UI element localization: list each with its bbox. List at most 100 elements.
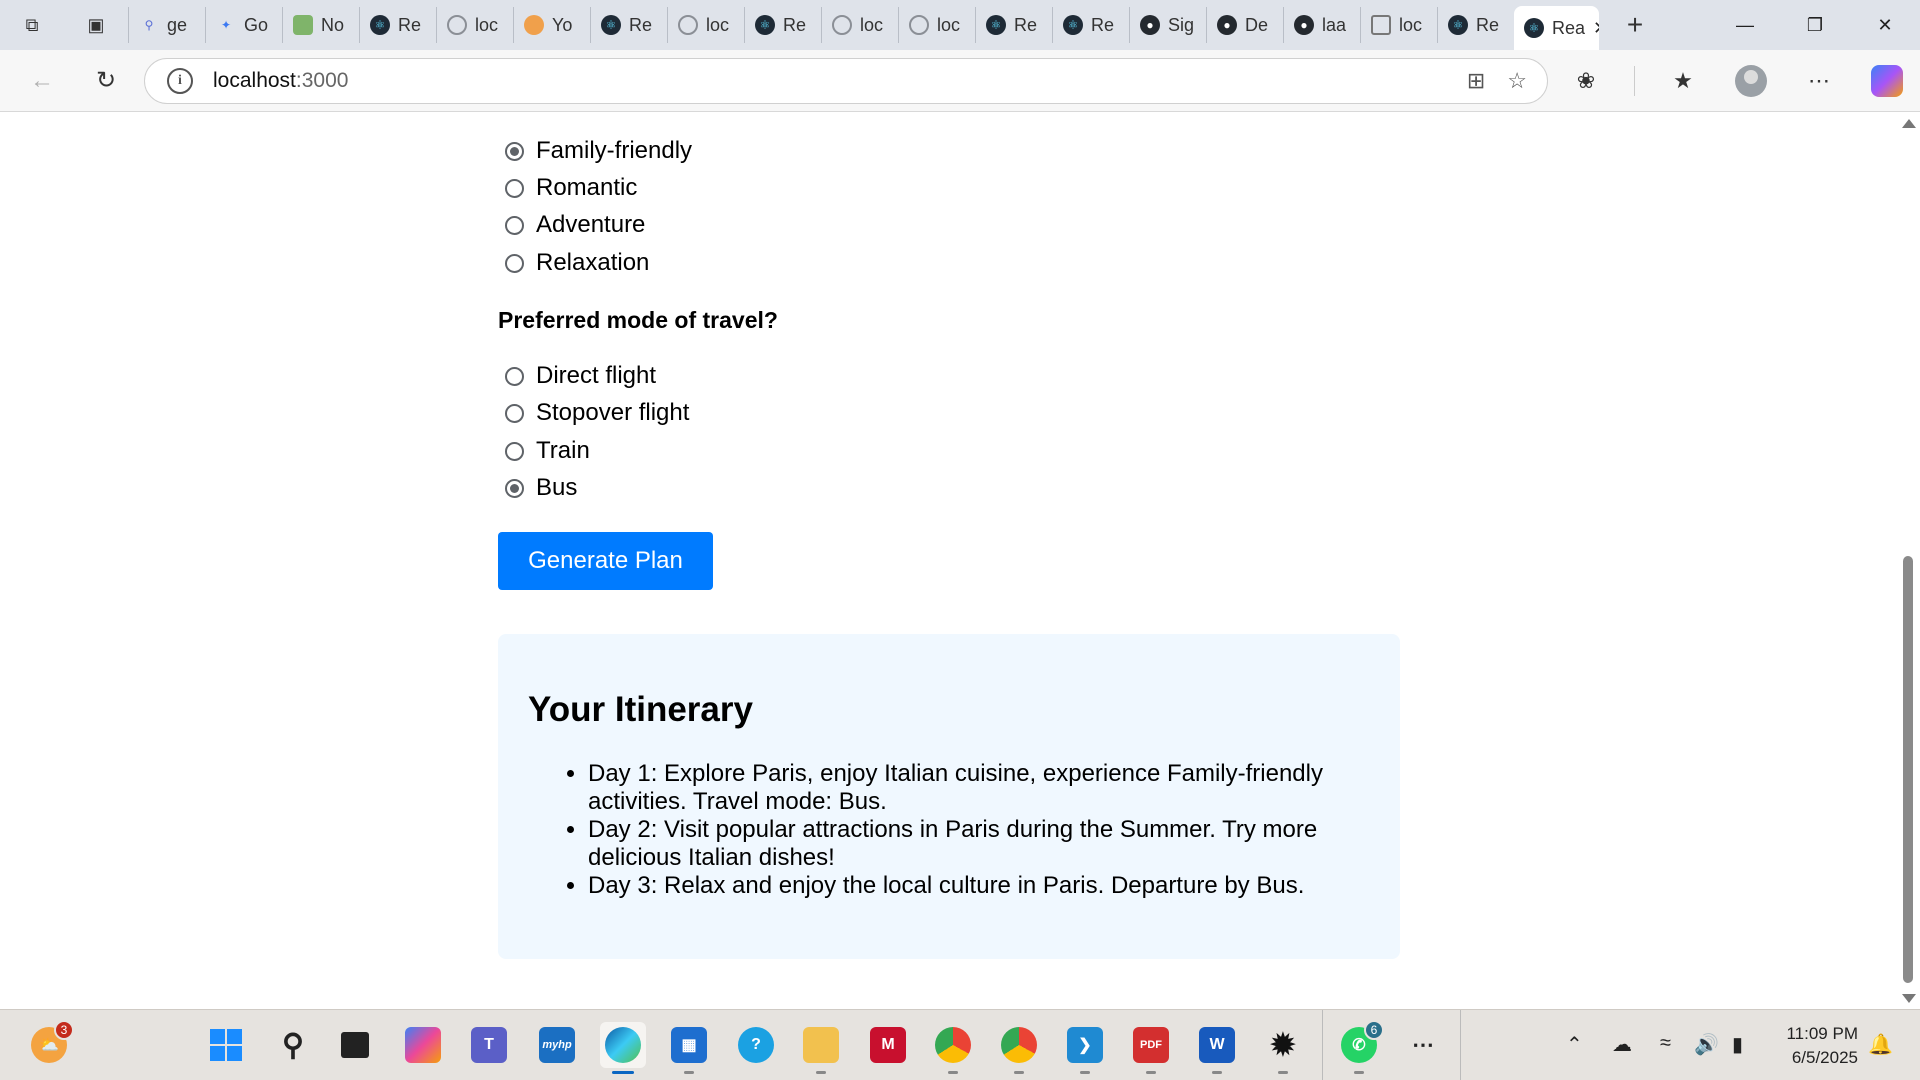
notifications-bell-icon[interactable]: 🔔	[1868, 1032, 1893, 1057]
radio-button[interactable]	[505, 441, 524, 461]
store-icon: ▦	[671, 1027, 707, 1063]
start-button[interactable]	[203, 1022, 249, 1068]
radio-button[interactable]	[505, 253, 524, 273]
mcafee-app[interactable]: M	[865, 1022, 911, 1068]
copilot-icon[interactable]	[1867, 61, 1907, 101]
word-icon: W	[1199, 1027, 1235, 1063]
tab[interactable]: Yo	[513, 7, 590, 43]
radio-button[interactable]	[505, 215, 524, 235]
tab[interactable]: ⚲ ge	[128, 7, 205, 43]
store-app[interactable]: ▦	[666, 1022, 712, 1074]
radio-button[interactable]	[505, 403, 524, 423]
tab[interactable]: ⚛ Re	[1437, 7, 1514, 43]
site-info-icon[interactable]: i	[167, 67, 193, 94]
weather-widget[interactable]: ⛅ 3	[26, 1020, 74, 1068]
tab[interactable]: loc	[667, 7, 744, 43]
restore-button[interactable]: ❐	[1780, 0, 1850, 50]
travel-mode-option[interactable]: Stopover flight	[505, 399, 689, 427]
react-icon: ⚛	[370, 15, 390, 35]
address-bar[interactable]: i localhost:3000 ⊞ ☆	[144, 57, 1548, 104]
radio-button[interactable]	[505, 366, 524, 386]
task-view-button[interactable]	[332, 1022, 378, 1068]
extensions-icon[interactable]: ❀	[1566, 61, 1606, 101]
tab-active[interactable]: ⚛ Rea ✕	[1514, 6, 1599, 50]
radio-label: Family-friendly	[536, 137, 693, 164]
chatgpt-app[interactable]: ✹	[1260, 1022, 1306, 1074]
teams-app[interactable]: T	[466, 1022, 512, 1068]
close-window-button[interactable]: ✕	[1850, 0, 1920, 50]
radio-button[interactable]	[505, 178, 524, 198]
more-options-icon[interactable]: ⋯	[1799, 61, 1839, 101]
tab-actions-icon[interactable]: ▣	[78, 7, 114, 43]
show-hidden-icons-chevron-icon[interactable]: ⌃	[1566, 1032, 1583, 1057]
vibe-option[interactable]: Romantic	[505, 174, 637, 202]
copilot-app[interactable]	[400, 1022, 446, 1068]
wifi-icon[interactable]: ≈	[1660, 1032, 1671, 1055]
tips-app[interactable]: ?	[733, 1022, 779, 1068]
tab[interactable]: loc	[436, 7, 513, 43]
file-explorer-app[interactable]	[798, 1022, 844, 1074]
tab[interactable]: loc	[898, 7, 975, 43]
tab[interactable]: No	[282, 7, 359, 43]
github-icon: ●	[1217, 15, 1237, 35]
app-available-icon[interactable]: ⊞	[1467, 68, 1485, 94]
page-scrollbar[interactable]	[1896, 113, 1920, 1009]
scroll-up-arrow-icon[interactable]	[1902, 119, 1916, 128]
tab[interactable]: ⚛ Re	[1052, 7, 1129, 43]
system-clock[interactable]: 11:09 PM 6/5/2025	[1786, 1022, 1858, 1070]
radio-label: Direct flight	[536, 362, 657, 389]
chrome-profile-app[interactable]	[996, 1022, 1042, 1074]
radio-button[interactable]	[505, 478, 524, 498]
word-app[interactable]: W	[1194, 1022, 1240, 1074]
url-text[interactable]: localhost:3000	[213, 69, 348, 93]
pdf-app[interactable]: PDF	[1128, 1022, 1174, 1074]
volume-icon[interactable]: 🔊	[1694, 1032, 1719, 1057]
onedrive-icon[interactable]: ☁	[1612, 1032, 1632, 1057]
tab[interactable]: loc	[1360, 7, 1437, 43]
workspaces-icon[interactable]: ⧉	[14, 7, 50, 43]
profile-avatar[interactable]	[1731, 61, 1771, 101]
battery-icon[interactable]: ▮	[1732, 1032, 1743, 1057]
itinerary-item: Day 2: Visit popular attractions in Pari…	[588, 816, 1370, 872]
vibe-option[interactable]: Family-friendly	[505, 137, 692, 165]
tab[interactable]: ● De	[1206, 7, 1283, 43]
url-host: localhost	[213, 68, 296, 92]
taskbar-divider	[1460, 1010, 1461, 1080]
favorite-star-icon[interactable]: ☆	[1507, 68, 1527, 94]
vibe-option[interactable]: Relaxation	[505, 249, 649, 277]
close-tab-icon[interactable]: ✕	[1593, 18, 1599, 39]
generate-plan-button[interactable]: Generate Plan	[498, 532, 713, 590]
minimize-button[interactable]: —	[1710, 0, 1780, 50]
tab-label: ge	[167, 14, 188, 35]
tab[interactable]: ⚛ Re	[744, 7, 821, 43]
tab-label: No	[321, 14, 345, 35]
tab[interactable]: ✦ Go	[205, 7, 282, 43]
new-tab-button[interactable]: +	[1617, 9, 1653, 41]
scrollbar-thumb[interactable]	[1903, 556, 1913, 983]
myhp-app[interactable]: myhp	[534, 1022, 580, 1068]
travel-mode-option[interactable]: Direct flight	[505, 362, 656, 390]
whatsapp-app[interactable]: ✆ 6	[1336, 1020, 1384, 1074]
vibe-option[interactable]: Adventure	[505, 211, 645, 239]
tab-label: laa	[1322, 14, 1347, 35]
edge-app[interactable]	[600, 1022, 646, 1074]
tab-label: Rea	[1552, 17, 1586, 38]
tab[interactable]: loc	[821, 7, 898, 43]
travel-mode-option[interactable]: Train	[505, 437, 590, 465]
radio-button[interactable]	[505, 141, 524, 161]
scroll-down-arrow-icon[interactable]	[1902, 994, 1916, 1003]
favorites-icon[interactable]: ★	[1663, 61, 1703, 101]
travel-mode-option[interactable]: Bus	[505, 474, 577, 502]
tab[interactable]: ● laa	[1283, 7, 1360, 43]
tab[interactable]: ⚛ Re	[359, 7, 436, 43]
more-apps-button[interactable]: ⋯	[1400, 1022, 1446, 1068]
globe-icon	[447, 15, 467, 35]
search-button[interactable]: ⚲	[270, 1022, 316, 1068]
tab[interactable]: ⚛ Re	[975, 7, 1052, 43]
chrome-profile-l-app[interactable]	[930, 1022, 976, 1074]
tab[interactable]: ● Sig	[1129, 7, 1206, 43]
back-arrow-icon[interactable]: ←	[20, 59, 64, 103]
reload-icon[interactable]: ↻	[84, 59, 128, 103]
vscode-app[interactable]: ❯	[1062, 1022, 1108, 1074]
tab[interactable]: ⚛ Re	[590, 7, 667, 43]
